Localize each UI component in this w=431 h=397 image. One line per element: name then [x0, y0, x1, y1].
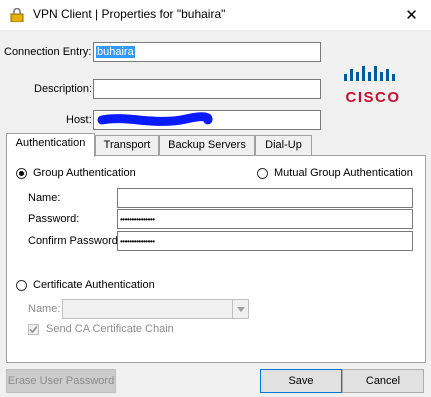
erase-password-label: Erase User Password: [7, 375, 115, 387]
properties-dialog: VPN Client | Properties for "buhaira" ✕ …: [0, 0, 431, 397]
group-auth-radio[interactable]: [16, 168, 27, 179]
close-button[interactable]: ✕: [392, 0, 431, 30]
group-name-input[interactable]: [117, 188, 413, 208]
password-label: Password:: [28, 213, 80, 225]
title-bar: VPN Client | Properties for "buhaira" ✕: [0, 0, 431, 30]
authentication-panel: Group Authentication Mutual Group Authen…: [6, 155, 426, 363]
cert-auth-label: Certificate Authentication: [33, 279, 155, 291]
confirm-password-value: •••••••••••••••: [120, 237, 155, 246]
group-name-label: Name:: [28, 192, 61, 204]
save-label: Save: [288, 375, 314, 387]
tab-authentication-label: Authentication: [15, 137, 86, 149]
tab-transport[interactable]: Transport: [95, 135, 159, 155]
cisco-bars: [344, 66, 395, 81]
cancel-button[interactable]: Cancel: [342, 369, 424, 393]
confirm-password-input[interactable]: •••••••••••••••: [117, 231, 413, 251]
send-ca-label: Send CA Certificate Chain: [46, 323, 174, 335]
vpn-lock-icon: [10, 8, 24, 22]
send-ca-checkbox[interactable]: [28, 324, 39, 335]
mutual-auth-label: Mutual Group Authentication: [274, 167, 413, 179]
tab-backup-servers[interactable]: Backup Servers: [159, 135, 255, 155]
checkmark-icon: [29, 326, 38, 334]
cert-name-select[interactable]: [62, 299, 249, 319]
chevron-down-icon: [236, 306, 245, 312]
tab-authentication[interactable]: Authentication: [6, 133, 95, 157]
connection-entry-label: Connection Entry:: [4, 46, 92, 58]
host-input[interactable]: [93, 110, 321, 130]
close-icon: ✕: [405, 7, 418, 24]
description-input[interactable]: [93, 79, 321, 99]
connection-entry-input[interactable]: buhaira: [93, 42, 321, 62]
tab-backup-servers-label: Backup Servers: [168, 139, 246, 151]
window-title: VPN Client | Properties for "buhaira": [33, 7, 226, 21]
erase-password-button[interactable]: Erase User Password: [6, 369, 116, 393]
mutual-auth-radio[interactable]: [257, 168, 268, 179]
host-redaction-scribble: [97, 112, 213, 126]
cancel-label: Cancel: [365, 375, 401, 387]
tab-transport-label: Transport: [103, 139, 151, 151]
cisco-wordmark: CISCO: [345, 89, 400, 106]
confirm-password-label: Confirm Password:: [28, 235, 121, 247]
password-input[interactable]: •••••••••••••••: [117, 209, 413, 229]
tab-dial-up-label: Dial-Up: [265, 139, 302, 151]
save-button[interactable]: Save: [260, 369, 342, 393]
cisco-logo: CISCO: [344, 66, 400, 106]
group-auth-label: Group Authentication: [33, 167, 136, 179]
password-value: •••••••••••••••: [120, 215, 155, 224]
connection-entry-value: buhaira: [96, 46, 135, 58]
cert-name-dropdown-arrow[interactable]: [232, 300, 248, 318]
host-label: Host:: [66, 114, 92, 126]
cert-auth-radio[interactable]: [16, 280, 27, 291]
cert-name-label: Name:: [28, 303, 61, 315]
tab-dial-up[interactable]: Dial-Up: [255, 135, 312, 155]
description-label: Description:: [34, 83, 93, 95]
